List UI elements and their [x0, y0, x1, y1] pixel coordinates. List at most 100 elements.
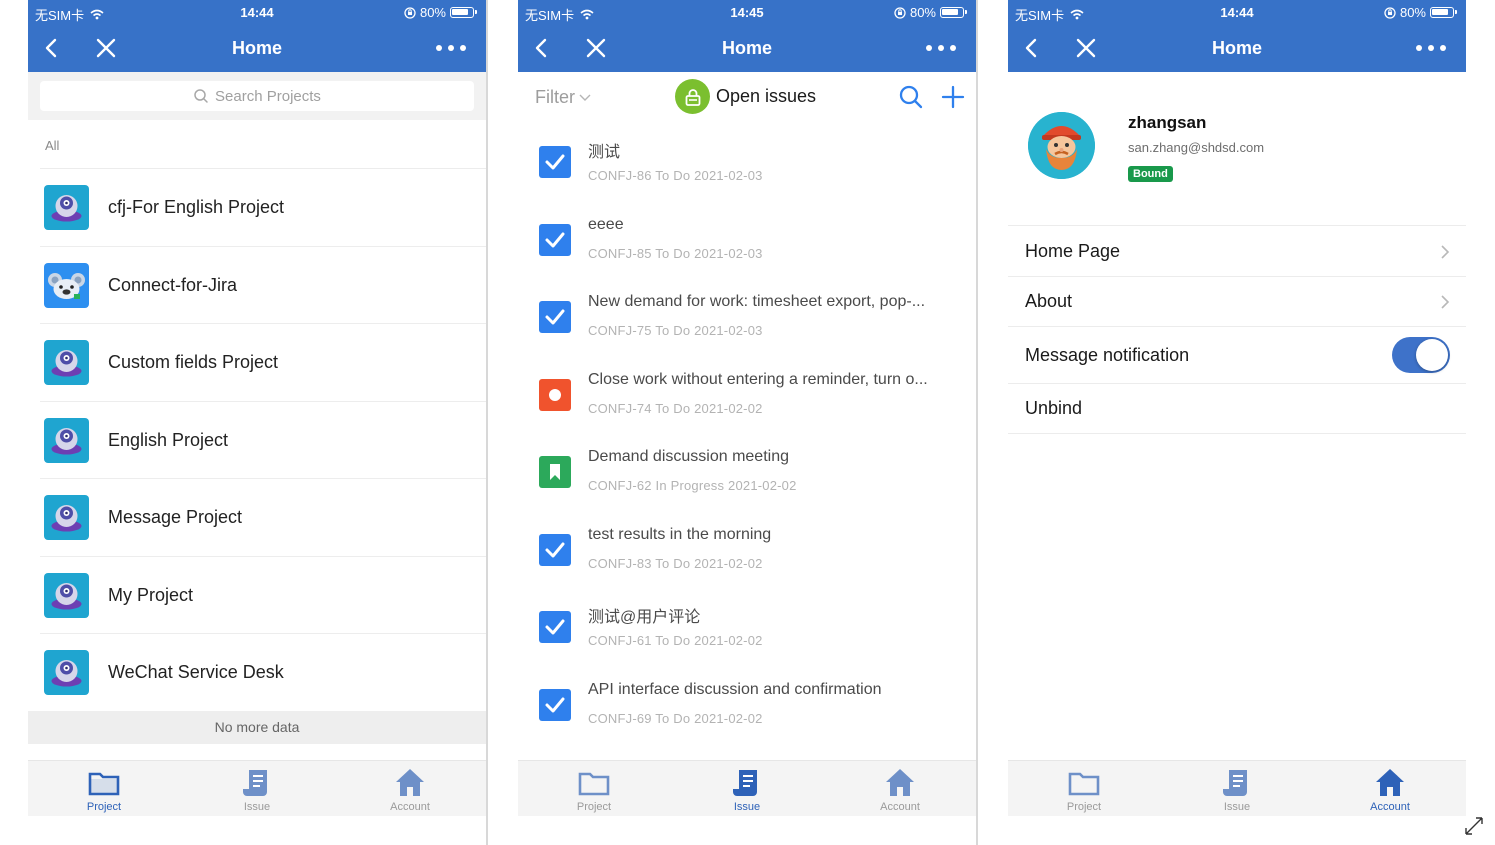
folder-icon — [88, 772, 120, 796]
avatar — [1028, 112, 1095, 179]
issue-key: CONFJ-75 — [588, 323, 652, 338]
tab-bar: Project Issue Account — [1008, 760, 1466, 816]
tab-account[interactable]: Account — [1314, 761, 1466, 816]
issue-title: 测试@用户评论 — [588, 609, 701, 626]
issue-date: 2021-02-03 — [694, 245, 763, 261]
open-issues-label: Open issues — [716, 86, 817, 106]
more-icon[interactable] — [1414, 36, 1448, 60]
tab-label: Account — [390, 801, 430, 813]
issue-meta: CONFJ-83 To Do 2021-02-02 — [588, 556, 763, 571]
tab-issue[interactable]: Issue — [181, 761, 333, 817]
tab-project[interactable]: Project — [518, 761, 670, 817]
tab-project[interactable]: Project — [1008, 761, 1160, 816]
issue-date: 2021-02-03 — [694, 323, 763, 338]
bookmark-icon — [539, 456, 571, 488]
battery-indicator: 80% — [1384, 5, 1457, 20]
message-notification-row: Message notification — [1008, 327, 1466, 384]
tab-label: Project — [86, 801, 122, 813]
more-icon[interactable] — [434, 36, 468, 60]
task-checkbox-icon — [539, 533, 571, 566]
status-bar: 无SIM卡 14:45 80% — [518, 0, 976, 24]
tab-bar: Project Issue Account — [28, 760, 486, 816]
issue-row[interactable]: API interface discussion and confirmatio… — [518, 665, 976, 743]
issue-meta: CONFJ-74 To Do 2021-02-02 — [588, 401, 763, 416]
lock-icon — [675, 79, 710, 114]
setting-label: Unbind — [1025, 398, 1083, 418]
scroll-icon — [733, 770, 757, 796]
search-icon[interactable] — [898, 84, 924, 110]
house-icon — [396, 769, 424, 796]
issue-row[interactable]: test results in the morning CONFJ-83 To … — [518, 510, 976, 588]
toggle-knob — [1416, 339, 1448, 371]
tab-account[interactable]: Account — [334, 761, 486, 817]
home-page-row[interactable]: Home Page — [1008, 227, 1466, 277]
expand-icon[interactable] — [1463, 815, 1485, 837]
issue-key: CONFJ-69 — [588, 710, 652, 726]
project-name: Connect-for-Jira — [108, 274, 238, 295]
bearded-man-icon — [1028, 112, 1095, 179]
task-checkbox-icon — [539, 146, 571, 178]
tab-label: Project — [576, 801, 612, 813]
battery-icon — [450, 7, 477, 18]
issue-key: CONFJ-85 — [588, 245, 652, 261]
issue-status: To Do — [655, 710, 691, 726]
add-icon[interactable] — [940, 84, 966, 110]
issue-date: 2021-02-02 — [694, 400, 763, 416]
tab-issue[interactable]: Issue — [671, 761, 823, 817]
issue-key: CONFJ-62 — [588, 478, 652, 493]
nav-bar: Home — [518, 24, 976, 72]
issue-date: 2021-02-02 — [694, 555, 763, 571]
orientation-lock-icon — [1384, 6, 1396, 19]
task-checkbox-icon — [539, 223, 571, 256]
list-item[interactable]: My Project — [40, 557, 486, 634]
task-checkbox-icon — [539, 301, 571, 333]
tab-account[interactable]: Account — [824, 761, 976, 817]
issue-status: To Do — [655, 168, 691, 183]
issue-meta: CONFJ-69 To Do 2021-02-02 — [588, 711, 763, 726]
setting-label: About — [1025, 291, 1073, 311]
project-list: cfj-For English Project Connect-for-Jira… — [28, 169, 486, 712]
list-item[interactable]: English Project — [40, 402, 486, 479]
page-title: Home — [1211, 38, 1262, 58]
issue-row[interactable]: Close work without entering a reminder, … — [518, 355, 976, 433]
issue-meta: CONFJ-85 To Do 2021-02-03 — [588, 246, 763, 261]
issue-row[interactable]: eeee CONFJ-85 To Do 2021-02-03 — [518, 200, 976, 278]
folder-icon — [578, 772, 610, 796]
page-title: Home — [231, 38, 282, 58]
issue-title: New demand for work: timesheet export, p… — [588, 293, 926, 310]
list-item[interactable]: Custom fields Project — [40, 324, 486, 402]
list-item[interactable]: Message Project — [40, 479, 486, 557]
tab-project[interactable]: Project — [28, 761, 180, 817]
list-item[interactable]: Connect-for-Jira — [40, 247, 486, 324]
issue-date: 2021-02-02 — [728, 478, 797, 493]
list-item[interactable]: cfj-For English Project — [40, 169, 486, 247]
list-item[interactable]: WeChat Service Desk — [40, 634, 486, 712]
section-label: All — [45, 138, 60, 153]
ufo-icon — [44, 572, 89, 618]
tab-issue[interactable]: Issue — [1161, 761, 1313, 816]
project-name: cfj-For English Project — [108, 197, 285, 217]
issue-row[interactable]: 测试 CONFJ-86 To Do 2021-02-03 — [518, 122, 976, 200]
issue-status: In Progress — [655, 478, 725, 493]
unbind-row[interactable]: Unbind — [1008, 384, 1466, 434]
about-row[interactable]: About — [1008, 277, 1466, 327]
chevron-down-icon — [579, 94, 591, 101]
issue-row[interactable]: Demand discussion meeting CONFJ-62 In Pr… — [518, 432, 976, 510]
open-issues-selector[interactable]: Open issues — [675, 79, 816, 114]
screen-divider — [976, 0, 978, 845]
issue-title: Close work without entering a reminder, … — [588, 370, 928, 388]
more-icon[interactable] — [924, 36, 958, 60]
notification-toggle[interactable] — [1392, 337, 1450, 373]
issue-row[interactable]: 测试@用户评论 CONFJ-61 To Do 2021-02-02 — [518, 587, 976, 665]
issue-title: 测试 — [588, 144, 621, 161]
chevron-right-icon — [1441, 245, 1450, 259]
issue-row[interactable]: New demand for work: timesheet export, p… — [518, 277, 976, 355]
issue-meta: CONFJ-61 To Do 2021-02-02 — [588, 633, 763, 648]
issue-key: CONFJ-83 — [588, 555, 652, 571]
project-name: English Project — [108, 429, 229, 450]
project-name: Custom fields Project — [108, 352, 279, 372]
filter-dropdown[interactable]: Filter — [535, 87, 592, 108]
screen-divider — [486, 0, 488, 845]
project-name: Message Project — [108, 507, 243, 527]
search-input[interactable]: Search Projects — [40, 81, 474, 111]
